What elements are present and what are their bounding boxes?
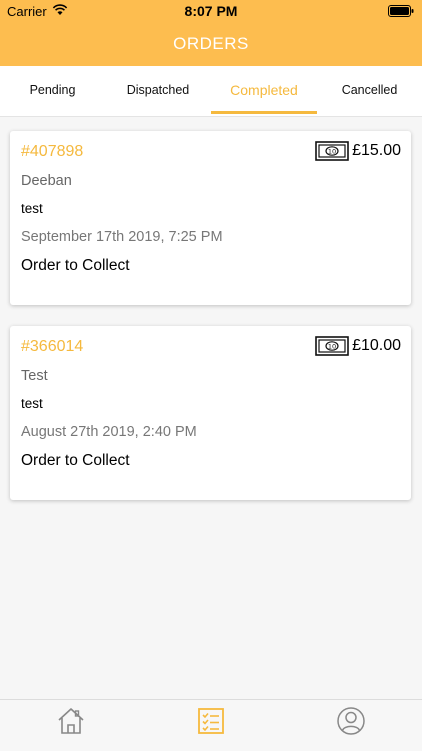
tab-cancelled[interactable]: Cancelled [317, 66, 422, 116]
profile-icon[interactable] [336, 706, 366, 736]
status-bar: Carrier 8:07 PM [0, 0, 422, 22]
tab-pending[interactable]: Pending [0, 66, 105, 116]
order-note: test [21, 201, 43, 216]
app-header: Carrier 8:07 PM ORDERS [0, 0, 422, 66]
order-id: #407898 [21, 143, 84, 160]
bottom-tab-bar [0, 699, 422, 751]
order-list-icon[interactable] [196, 706, 226, 736]
battery-icon [388, 5, 414, 17]
active-tab-indicator [211, 111, 317, 114]
status-time: 8:07 PM [184, 3, 238, 19]
order-datetime: September 17th 2019, 7:25 PM [21, 229, 223, 245]
order-datetime: August 27th 2019, 2:40 PM [21, 424, 197, 440]
order-note: test [21, 396, 43, 411]
order-card[interactable]: #366014 10 £10.00 Test test August 27th … [10, 326, 411, 500]
order-card[interactable]: #407898 10 £15.00 Deeban test September … [10, 131, 411, 305]
cash-note-icon: 10 [315, 141, 349, 161]
page-title: ORDERS [173, 34, 249, 53]
svg-text:10: 10 [328, 342, 336, 350]
tab-dispatched[interactable]: Dispatched [105, 66, 211, 116]
order-type: Order to Collect [21, 257, 130, 274]
customer-name: Deeban [21, 173, 72, 189]
order-id: #366014 [21, 338, 84, 355]
cash-note-icon: 10 [315, 336, 349, 356]
order-amount: £10.00 [352, 337, 401, 354]
order-amount: £15.00 [352, 142, 401, 159]
tab-completed[interactable]: Completed [211, 66, 317, 116]
home-icon[interactable] [56, 706, 86, 736]
order-type: Order to Collect [21, 452, 130, 469]
customer-name: Test [21, 368, 48, 384]
svg-text:10: 10 [328, 147, 336, 155]
order-status-tabs: Pending Dispatched Completed Cancelled [0, 66, 422, 117]
